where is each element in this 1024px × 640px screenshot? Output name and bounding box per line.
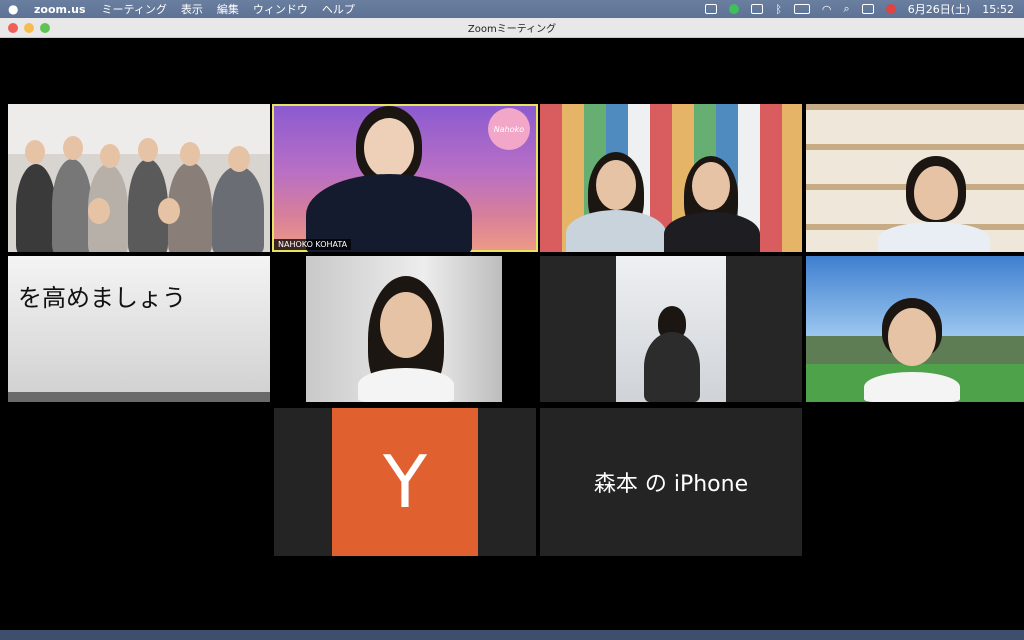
- participant-face: [138, 138, 158, 162]
- participant-face: [228, 146, 250, 172]
- window-controls: [8, 23, 50, 33]
- menu-help[interactable]: ヘルプ: [322, 1, 355, 17]
- minimize-button[interactable]: [24, 23, 34, 33]
- gallery-view: Nahoko NAHOKO KOHATA を高めましょう Y 森本 の iPho…: [0, 38, 1024, 630]
- whiteboard: [8, 256, 270, 392]
- control-center-icon[interactable]: [861, 4, 874, 14]
- menu-meeting[interactable]: ミーティング: [102, 1, 167, 17]
- wifi-icon[interactable]: ◠: [822, 3, 832, 16]
- participant-figure: [664, 212, 760, 252]
- participant-figure: [212, 166, 264, 252]
- participant-figure: [358, 368, 454, 402]
- menu-window[interactable]: ウィンドウ: [253, 1, 308, 17]
- participant-face: [888, 308, 936, 366]
- participant-face: [914, 166, 958, 220]
- participant-face: [88, 198, 110, 224]
- video-tile-outdoor[interactable]: [806, 256, 1024, 402]
- video-tile-iphone[interactable]: 森本 の iPhone: [540, 408, 802, 556]
- menu-view[interactable]: 表示: [181, 1, 203, 17]
- participant-figure: [16, 164, 56, 252]
- participant-figure: [878, 222, 990, 252]
- participant-face: [180, 142, 200, 166]
- participant-face: [380, 292, 432, 358]
- clock-label[interactable]: 15:52: [982, 3, 1014, 16]
- participant-figure: [566, 210, 666, 252]
- video-tile-window[interactable]: [272, 256, 538, 402]
- board-ledge: [8, 392, 270, 402]
- siri-icon[interactable]: [885, 4, 896, 14]
- participant-face: [364, 118, 414, 178]
- video-tile-nahoko[interactable]: Nahoko NAHOKO KOHATA: [272, 104, 538, 252]
- brand-logo: Nahoko: [488, 108, 530, 150]
- battery-icon[interactable]: [793, 4, 810, 14]
- line-icon[interactable]: [729, 4, 740, 14]
- menu-bar: ● zoom.us ミーティング 表示 編集 ウィンドウ ヘルプ ᛒ ◠ ⌕ 6…: [0, 0, 1024, 18]
- video-tile-avatar[interactable]: Y: [274, 408, 536, 556]
- menu-edit[interactable]: 編集: [217, 1, 239, 17]
- video-tile-whiteboard[interactable]: を高めましょう: [8, 256, 270, 402]
- window-titlebar: Zoomミーティング: [0, 18, 1024, 38]
- apple-icon[interactable]: ●: [8, 2, 22, 16]
- dock-bar: [0, 630, 1024, 640]
- zoom-status-icon[interactable]: [705, 4, 718, 14]
- bluetooth-icon[interactable]: ᛒ: [775, 3, 782, 16]
- participant-figure: [52, 159, 92, 252]
- video-tile-group[interactable]: [8, 104, 270, 252]
- status-area: ᛒ ◠ ⌕ 6月26日(土) 15:52: [705, 0, 1014, 18]
- participant-face: [596, 160, 636, 210]
- search-icon[interactable]: ⌕: [844, 2, 850, 16]
- video-tile-office[interactable]: [540, 256, 802, 402]
- participant-name-display: 森本 の iPhone: [593, 472, 749, 497]
- date-label[interactable]: 6月26日(土): [908, 1, 971, 17]
- participant-name-tag: NAHOKO KOHATA: [274, 239, 352, 250]
- whiteboard-text: を高めましょう: [18, 284, 186, 312]
- video-tile-bookshelf[interactable]: [806, 104, 1024, 252]
- participant-face: [25, 140, 45, 164]
- participant-face: [100, 144, 120, 168]
- participant-face: [63, 136, 83, 160]
- participant-figure: [864, 372, 960, 402]
- app-menu[interactable]: zoom.us: [34, 3, 86, 16]
- participant-figure: [644, 332, 700, 402]
- participant-face: [692, 162, 730, 210]
- window-title: Zoomミーティング: [467, 24, 557, 35]
- input-source-icon[interactable]: [751, 4, 764, 14]
- video-tile-jci[interactable]: [540, 104, 802, 252]
- participant-face: [158, 198, 180, 224]
- close-button[interactable]: [8, 23, 18, 33]
- participant-avatar: Y: [332, 408, 478, 556]
- zoom-button[interactable]: [40, 23, 50, 33]
